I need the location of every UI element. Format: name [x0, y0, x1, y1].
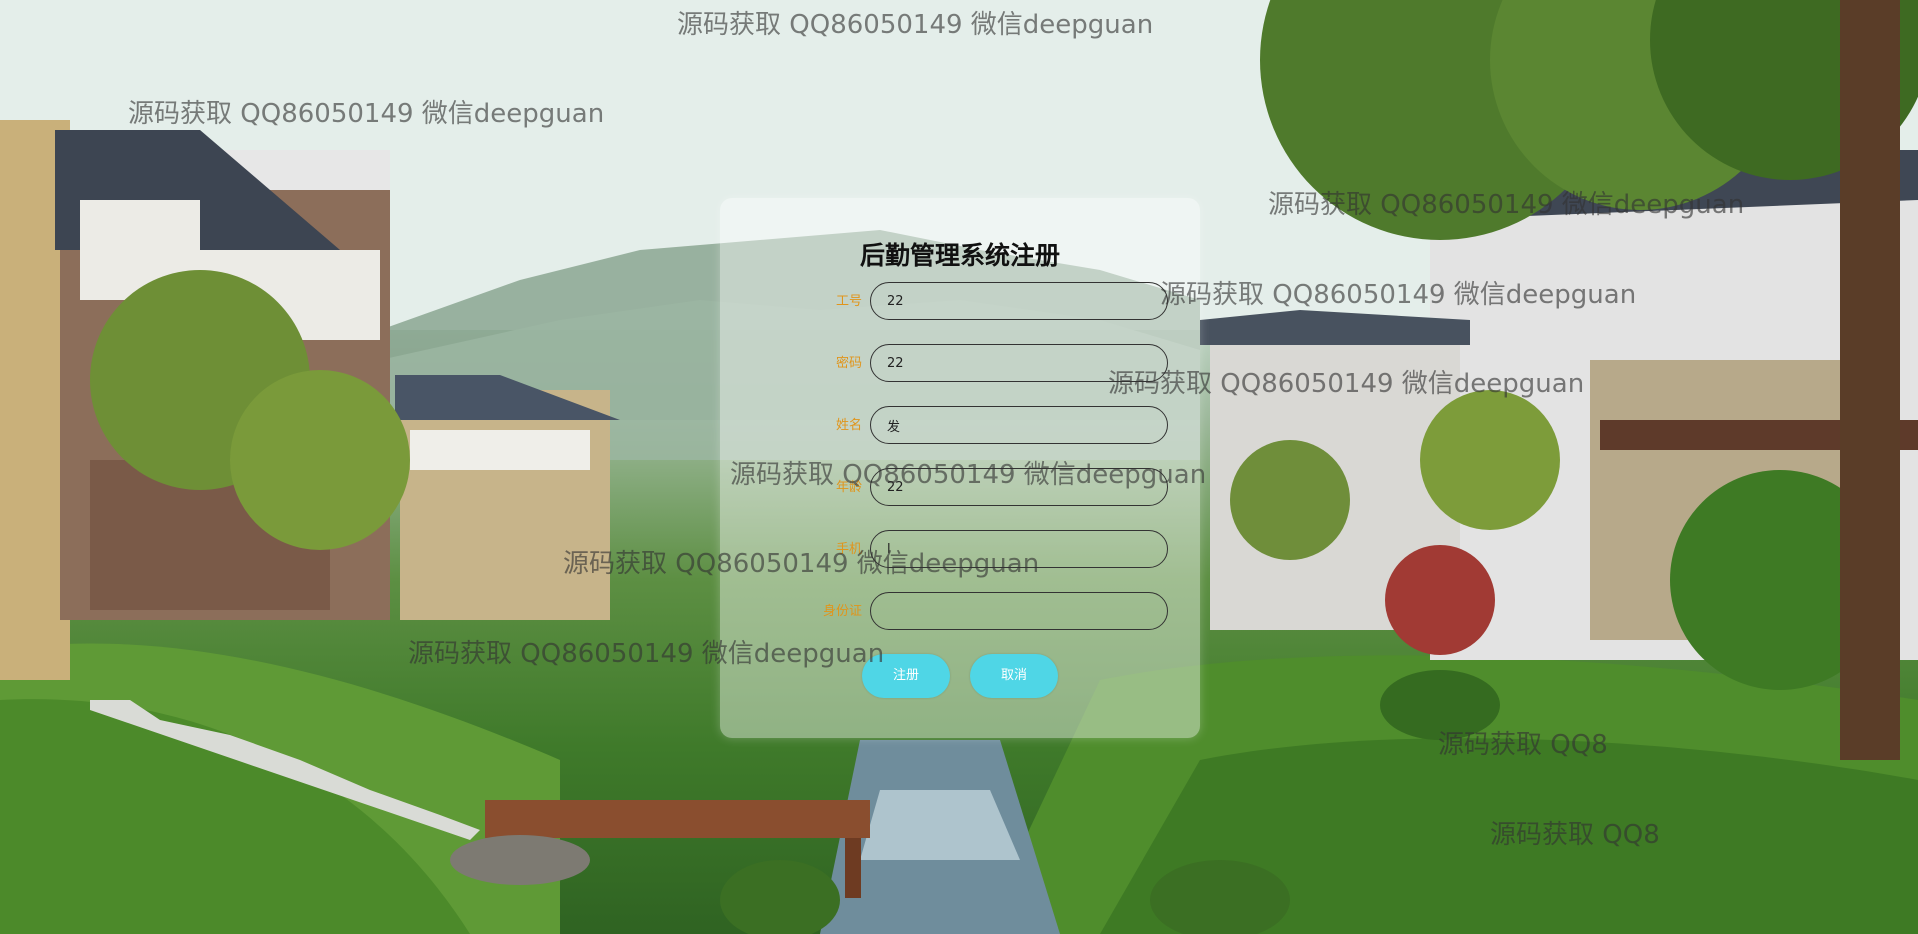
- field-label-id: 工号: [835, 294, 862, 309]
- age-input[interactable]: [870, 468, 1168, 506]
- form-row-phone: 手机: [720, 530, 1200, 570]
- employee-id-input[interactable]: [870, 282, 1168, 320]
- register-panel: 后勤管理系统注册 工号 密码 姓名 年龄 手机 身份证 注册 取消: [720, 198, 1200, 738]
- field-label-age: 年龄: [835, 480, 862, 495]
- password-input[interactable]: [870, 344, 1168, 382]
- form-row-id: 工号: [720, 282, 1200, 322]
- phone-input[interactable]: [870, 530, 1168, 568]
- cancel-button[interactable]: 取消: [970, 654, 1058, 698]
- form-row-id-card: 身份证: [720, 592, 1200, 632]
- register-button[interactable]: 注册: [862, 654, 950, 698]
- page-title: 后勤管理系统注册: [859, 241, 1060, 270]
- field-label-name: 姓名: [835, 418, 862, 433]
- id-card-input[interactable]: [870, 592, 1168, 630]
- field-label-id-card: 身份证: [822, 604, 862, 619]
- field-label-phone: 手机: [835, 542, 862, 557]
- form-row-name: 姓名: [720, 406, 1200, 446]
- field-label-password: 密码: [835, 356, 862, 371]
- form-row-age: 年龄: [720, 468, 1200, 508]
- form-row-password: 密码: [720, 344, 1200, 384]
- name-input[interactable]: [870, 406, 1168, 444]
